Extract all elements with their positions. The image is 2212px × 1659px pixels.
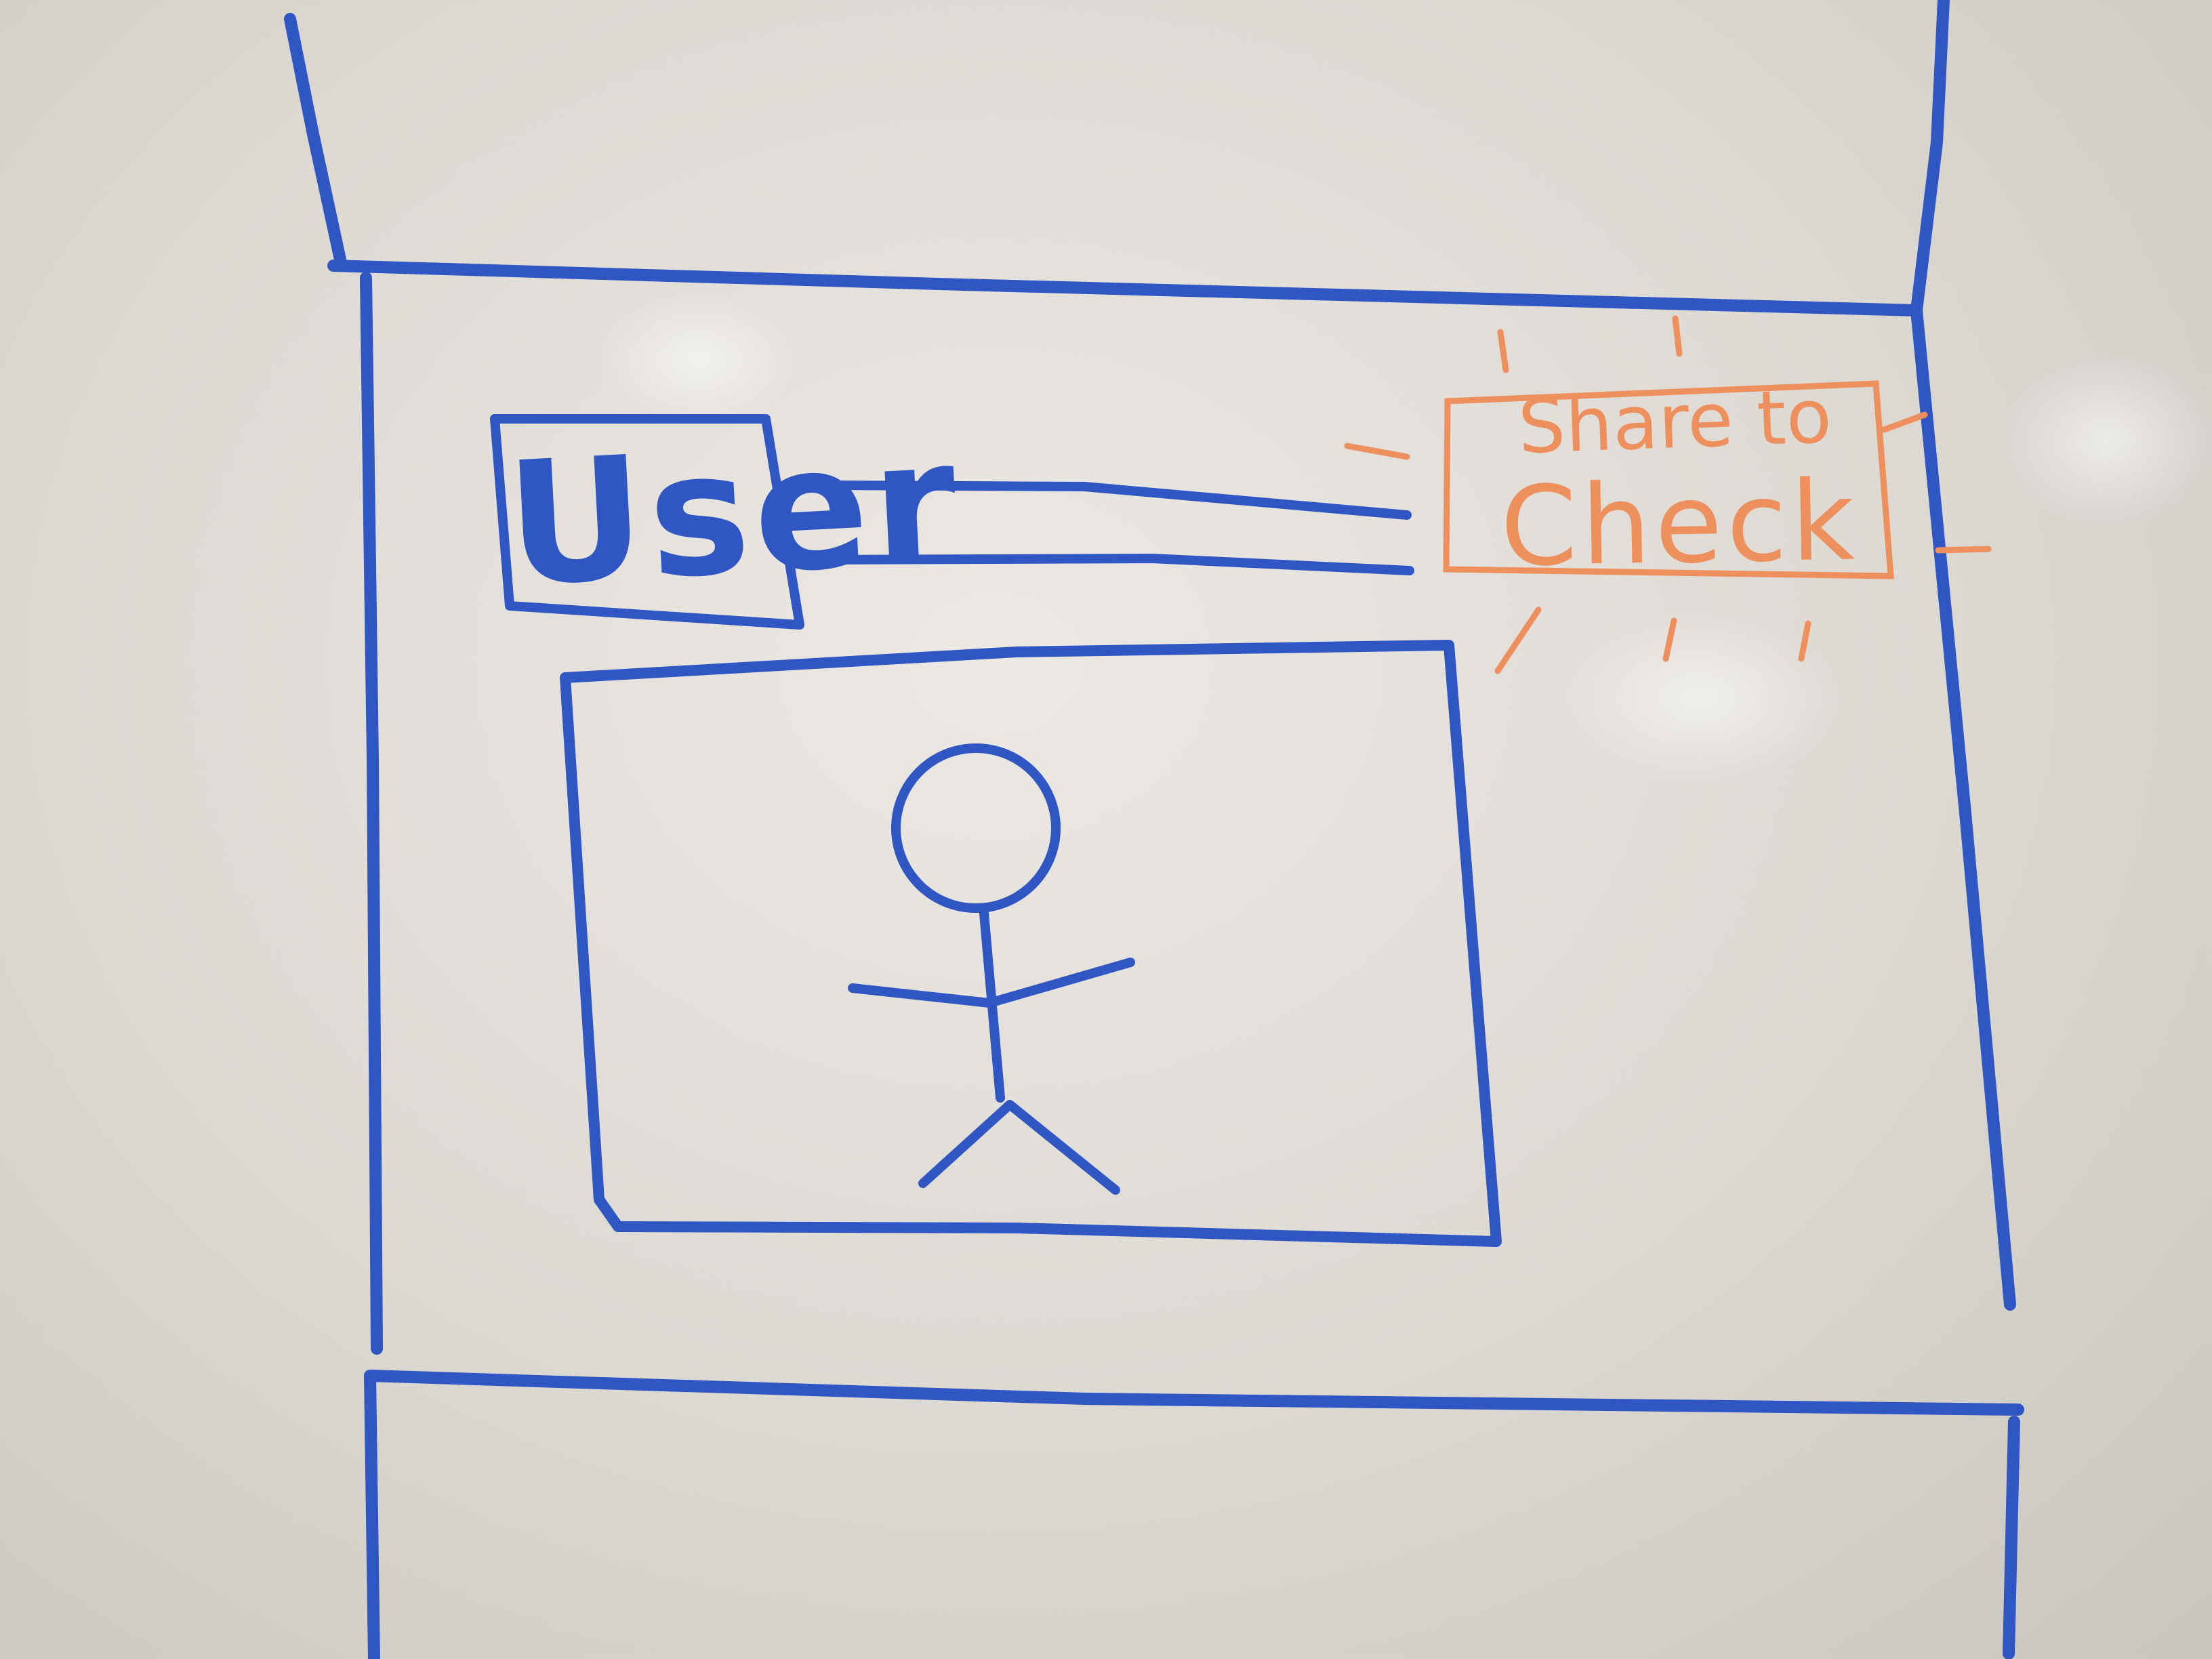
phone-right-edge-top bbox=[1910, 0, 1950, 316]
share-button-label-line2: Check bbox=[1499, 457, 1860, 592]
attention-ray bbox=[1662, 617, 1677, 662]
phone-left-edge-top bbox=[284, 13, 348, 272]
photo-frame bbox=[560, 640, 1502, 1247]
screen-top-border bbox=[327, 260, 1923, 316]
attention-ray bbox=[1494, 607, 1542, 674]
user-avatar-label: User bbox=[501, 403, 965, 624]
attention-ray bbox=[1798, 620, 1811, 662]
attention-ray bbox=[1497, 329, 1509, 373]
share-button-label-line1: Share to bbox=[1516, 372, 1833, 471]
attention-ray bbox=[1881, 411, 1928, 433]
attention-ray bbox=[1672, 315, 1683, 357]
bottom-bar-left-border bbox=[364, 1370, 380, 1659]
stick-figure-legs bbox=[918, 1100, 1120, 1195]
screen-right-border bbox=[1910, 304, 2016, 1311]
attention-ray bbox=[1935, 546, 1992, 554]
bottom-bar-right-border bbox=[2003, 1416, 2020, 1659]
bottom-bar-top-border bbox=[364, 1370, 2024, 1416]
stick-figure-head bbox=[891, 743, 1061, 913]
screen-left-border bbox=[360, 272, 383, 1355]
whiteboard-sketch bbox=[284, 0, 2024, 1659]
attention-ray bbox=[1344, 443, 1410, 460]
